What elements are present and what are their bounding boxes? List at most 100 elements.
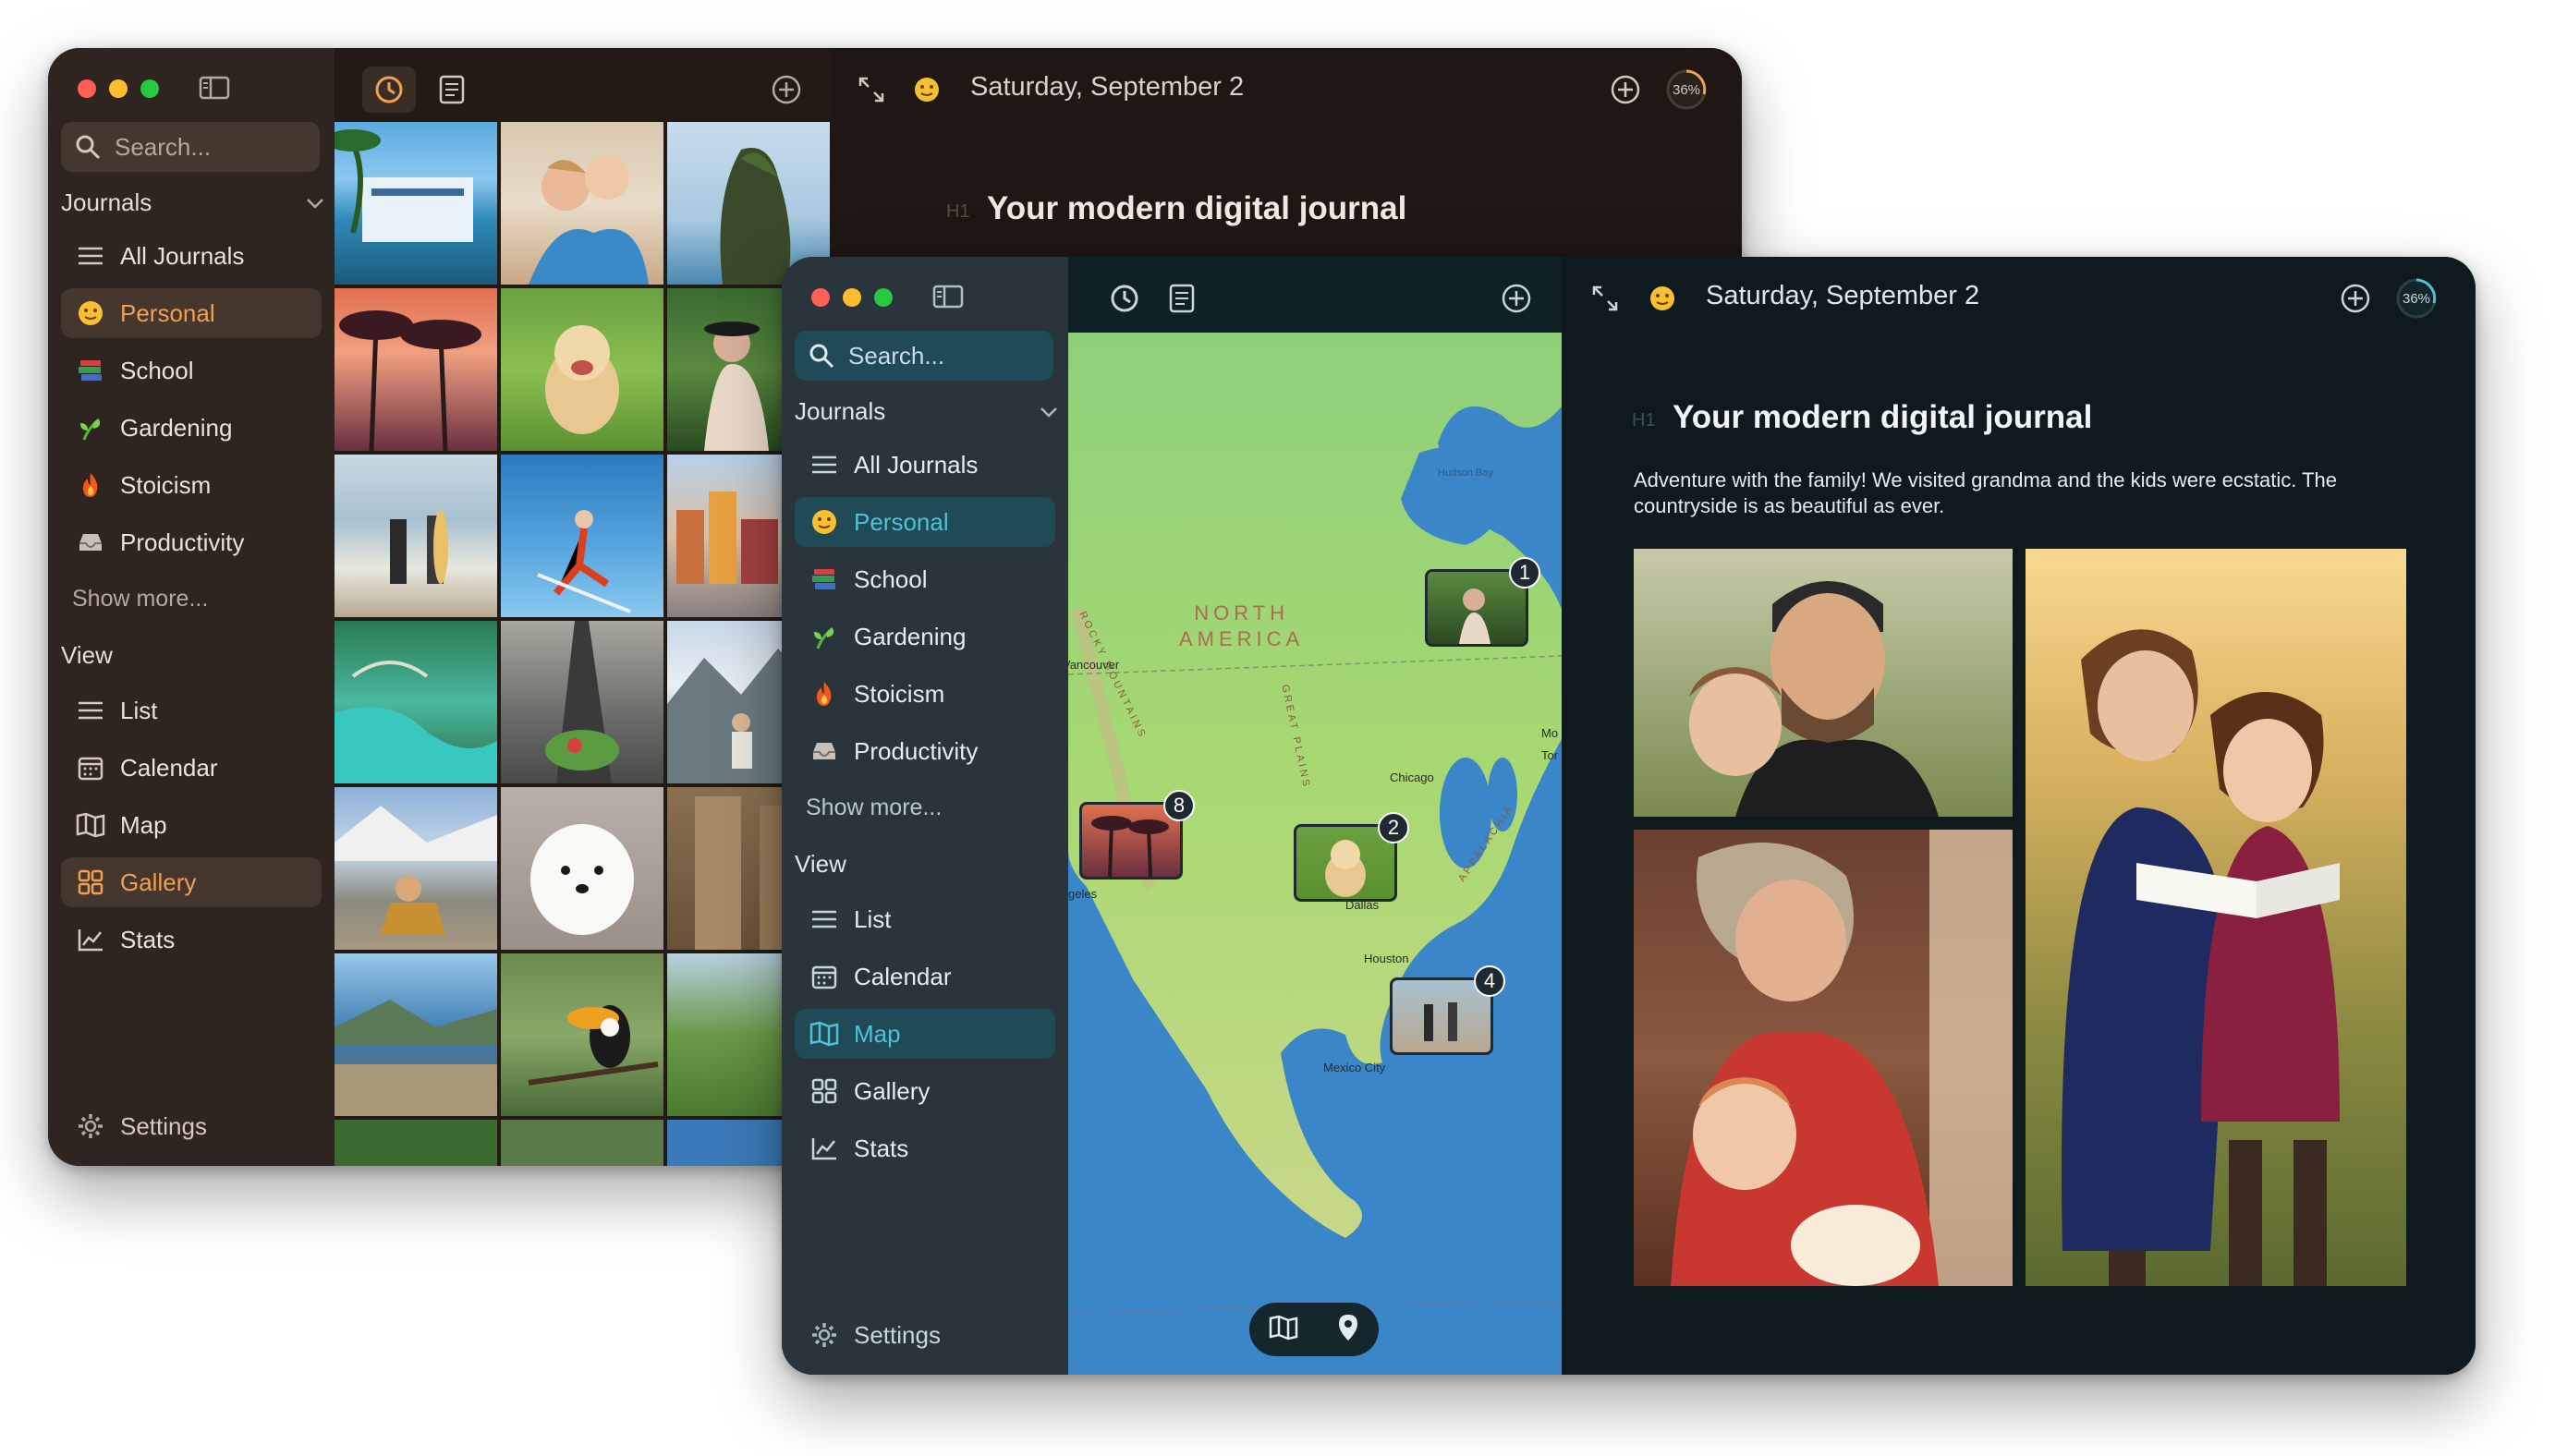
sidebar-item-school[interactable]: School (795, 554, 1055, 604)
sidebar-toggle-icon[interactable] (198, 74, 231, 102)
calendar-icon (74, 751, 107, 784)
zoom-light[interactable] (140, 79, 159, 98)
sidebar-item-all-journals[interactable]: All Journals (61, 231, 322, 281)
sidebar-item-stoicism[interactable]: Stoicism (61, 460, 322, 510)
add-icon[interactable] (1602, 67, 1649, 113)
tor-label: Tor (1541, 748, 1559, 762)
gallery-photo[interactable] (335, 621, 497, 783)
sidebar-item-stats[interactable]: Stats (61, 915, 322, 965)
gallery-photo[interactable] (501, 787, 663, 950)
settings-button[interactable]: Settings (795, 1310, 1055, 1360)
close-light[interactable] (811, 288, 830, 307)
sidebar-item-gallery[interactable]: Gallery (61, 857, 322, 907)
mood-icon[interactable] (906, 68, 948, 111)
settings-button[interactable]: Settings (61, 1101, 322, 1151)
sidebar-item-stoicism[interactable]: Stoicism (795, 669, 1055, 719)
more-icon[interactable] (1734, 67, 1742, 113)
add-entry-icon[interactable] (763, 67, 809, 113)
minimize-light[interactable] (109, 79, 128, 98)
entry-date: Saturday, September 2 (1706, 281, 1980, 310)
gallery-photo[interactable] (335, 288, 497, 451)
map-view[interactable]: NORTH AMERICA Hudson Bay Vancouver Chica… (1068, 333, 1562, 1375)
gallery-photo[interactable] (501, 953, 663, 1116)
fire-icon (808, 677, 841, 710)
sidebar-toggle-icon[interactable] (931, 283, 965, 310)
inbox-icon (808, 734, 841, 768)
journals-heading[interactable]: Journals (795, 397, 1059, 426)
chicago-label: Chicago (1390, 770, 1434, 784)
sidebar-item-personal[interactable]: Personal (61, 288, 322, 338)
map-mode-icon[interactable] (1269, 1315, 1298, 1345)
sidebar-item-gallery[interactable]: Gallery (795, 1066, 1055, 1116)
sidebar-item-productivity[interactable]: Productivity (61, 517, 322, 567)
sidebar-item-productivity[interactable]: Productivity (795, 726, 1055, 776)
sidebar-item-map[interactable]: Map (61, 800, 322, 850)
map-pin[interactable]: 8 (1079, 790, 1195, 880)
location-pin-icon[interactable] (1337, 1313, 1359, 1347)
sidebar-item-calendar[interactable]: Calendar (61, 743, 322, 793)
notes-icon[interactable] (1159, 275, 1205, 322)
map-pin[interactable]: 2 (1294, 812, 1409, 902)
list-icon (808, 903, 841, 936)
gallery-photo[interactable] (335, 787, 497, 950)
gallery-photo[interactable] (335, 455, 497, 617)
add-entry-icon[interactable] (1493, 275, 1539, 322)
map-column: NORTH AMERICA Hudson Bay Vancouver Chica… (1068, 257, 1562, 1375)
gallery-photo[interactable] (501, 288, 663, 451)
zoom-light[interactable] (874, 288, 893, 307)
sidebar-item-school[interactable]: School (61, 346, 322, 395)
gallery-grid (335, 122, 830, 1166)
gallery-photo[interactable] (501, 455, 663, 617)
mood-icon[interactable] (1641, 277, 1684, 320)
timeline-icon[interactable] (362, 67, 416, 113)
map-pin[interactable]: 4 (1390, 965, 1505, 1055)
entry-photo-girls-reading[interactable] (2026, 549, 2406, 1286)
expand-icon[interactable] (848, 67, 894, 113)
gallery-photo[interactable] (335, 122, 497, 285)
search-input[interactable]: Search... (795, 331, 1053, 381)
expand-icon[interactable] (1582, 275, 1628, 322)
journals-heading[interactable]: Journals (61, 188, 325, 217)
entry-body[interactable]: Adventure with the family! We visited gr… (1634, 467, 2428, 519)
sidebar-item-calendar[interactable]: Calendar (795, 952, 1055, 1001)
gear-icon (74, 1110, 107, 1143)
sidebar-item-stats[interactable]: Stats (795, 1123, 1055, 1173)
sprout-icon (74, 411, 107, 444)
entry-photo-father-daughter[interactable] (1634, 549, 2013, 817)
entry-title[interactable]: Your modern digital journal (1673, 399, 2092, 436)
gallery-photo[interactable] (335, 953, 497, 1116)
smiley-icon (808, 505, 841, 539)
gallery-photo[interactable] (501, 122, 663, 285)
books-icon (808, 563, 841, 596)
entry-title[interactable]: Your modern digital journal (987, 190, 1406, 227)
sidebar-item-map[interactable]: Map (795, 1009, 1055, 1059)
search-input[interactable]: Search... (61, 122, 320, 172)
progress-ring[interactable]: 36% (1661, 65, 1711, 115)
progress-ring[interactable]: 36% (2391, 273, 2441, 323)
close-light[interactable] (78, 79, 96, 98)
add-icon[interactable] (2332, 275, 2379, 322)
sidebar-item-gardening[interactable]: Gardening (61, 403, 322, 453)
more-icon[interactable] (2464, 275, 2476, 322)
gallery-photo[interactable] (501, 1120, 663, 1166)
view-heading: View (795, 850, 846, 878)
smiley-icon (74, 297, 107, 330)
sidebar-item-personal[interactable]: Personal (795, 497, 1055, 547)
minimize-light[interactable] (843, 288, 861, 307)
entry-date: Saturday, September 2 (970, 72, 1245, 102)
show-more-link[interactable]: Show more... (72, 586, 208, 613)
chevron-down-icon[interactable] (305, 197, 325, 210)
chevron-down-icon[interactable] (1039, 406, 1059, 419)
notes-icon[interactable] (429, 67, 475, 113)
map-pin[interactable]: 1 (1425, 557, 1540, 647)
show-more-link[interactable]: Show more... (806, 795, 942, 821)
mo-label: Mo (1541, 726, 1559, 740)
sidebar-item-all-journals[interactable]: All Journals (795, 440, 1055, 490)
sidebar-item-list[interactable]: List (795, 894, 1055, 944)
timeline-icon[interactable] (1101, 275, 1148, 322)
gallery-photo[interactable] (335, 1120, 497, 1166)
sidebar-item-gardening[interactable]: Gardening (795, 612, 1055, 661)
entry-photo-grandma-baking[interactable] (1634, 830, 2013, 1286)
gallery-photo[interactable] (501, 621, 663, 783)
sidebar-item-list[interactable]: List (61, 686, 322, 735)
